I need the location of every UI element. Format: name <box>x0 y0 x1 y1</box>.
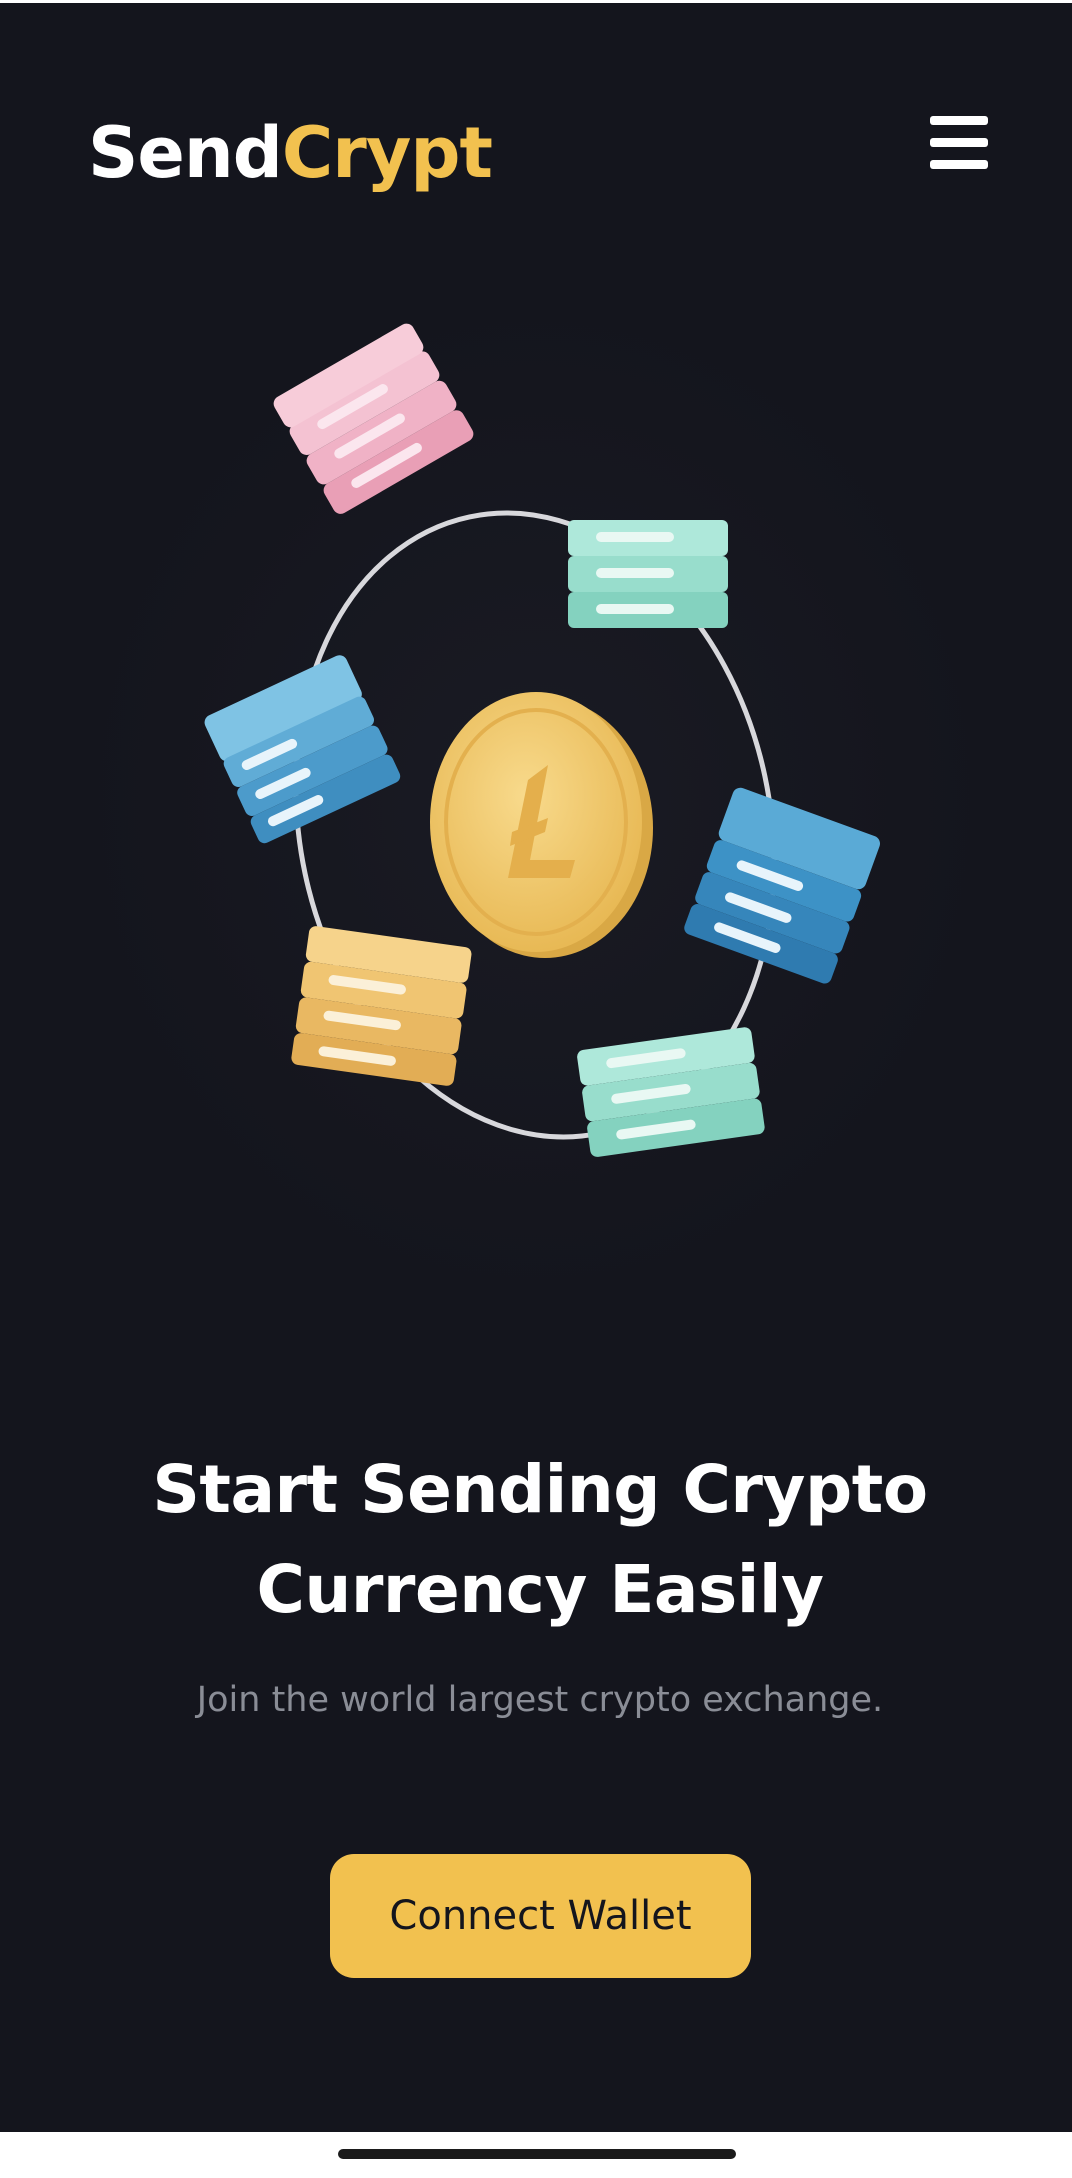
menu-bar <box>930 116 988 125</box>
blockchain-network-illustration <box>80 300 990 1300</box>
logo-text-crypt: Crypt <box>281 112 493 194</box>
menu-bar <box>930 160 988 169</box>
home-indicator[interactable] <box>338 2149 736 2159</box>
app-screen: SendCrypt Start Sending Crypto Currency … <box>0 0 1072 2132</box>
logo-text-send: Send <box>88 112 283 194</box>
brand-logo[interactable]: SendCrypt <box>88 108 493 198</box>
menu-bar <box>930 138 988 147</box>
server-stack-icon-mint <box>568 520 728 628</box>
connect-wallet-button[interactable]: Connect Wallet <box>330 1854 751 1978</box>
hero-illustration <box>0 260 1072 1360</box>
hero-subtitle: Join the world largest crypto exchange. <box>196 1680 884 1720</box>
hero-title-line-2: Currency Easily <box>256 1551 824 1628</box>
hamburger-menu-icon[interactable] <box>928 112 990 172</box>
hero-title-line-1: Start Sending Crypto <box>152 1451 928 1528</box>
top-edge <box>0 0 1072 3</box>
server-stack-icon-yellow <box>291 926 472 1086</box>
hero-title: Start Sending Crypto Currency Easily <box>80 1440 1000 1640</box>
